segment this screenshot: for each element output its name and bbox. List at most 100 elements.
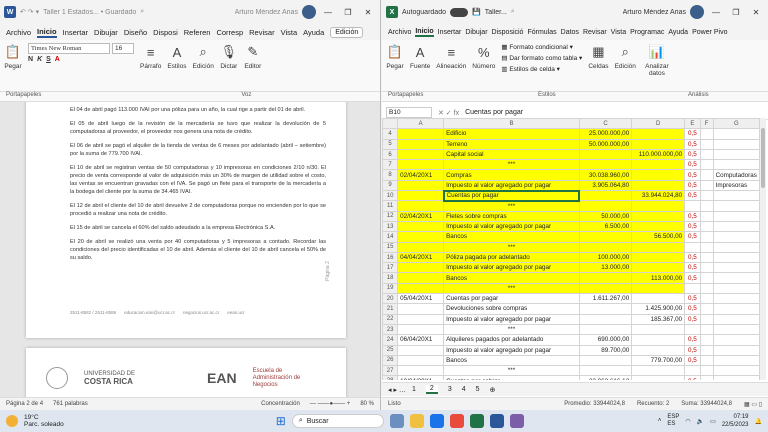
- sheet-nav-prev[interactable]: ◂ ▸ …: [388, 386, 406, 394]
- format-as-table-button[interactable]: ▤ Dar formato como tabla ▾: [501, 54, 582, 62]
- cell-e[interactable]: 0,5: [684, 179, 701, 192]
- cell-a[interactable]: [397, 365, 445, 377]
- word-document-area[interactable]: El 04 de abril pagó 113.000 IVAI por una…: [0, 102, 380, 397]
- column-header[interactable]: D: [631, 118, 686, 130]
- cell-d[interactable]: [631, 334, 686, 346]
- speaker-icon[interactable]: 🔈: [697, 418, 704, 425]
- cell-e[interactable]: [684, 365, 701, 377]
- cell-a[interactable]: [397, 323, 445, 336]
- excel-paste-button[interactable]: 📋 Pegar: [386, 43, 404, 70]
- cell-c[interactable]: 22.063.616,12: [578, 375, 633, 380]
- cell-b[interactable]: Impuesto al valor agregado por pagar: [443, 179, 580, 192]
- cell-c[interactable]: [578, 231, 633, 243]
- cell-f[interactable]: [699, 128, 714, 140]
- cell-e[interactable]: 0,5: [684, 169, 701, 181]
- cell-g[interactable]: [712, 138, 760, 150]
- cell-b[interactable]: Cuentas por pagar: [443, 293, 580, 305]
- excel-menu-review[interactable]: Revisar: [583, 29, 607, 36]
- cell-g[interactable]: [712, 190, 760, 202]
- row-header[interactable]: 14: [382, 231, 399, 243]
- cell-a[interactable]: 04/04/20X1: [397, 251, 445, 264]
- cell-d[interactable]: [631, 241, 686, 253]
- cell-c[interactable]: [578, 190, 633, 202]
- editing-mode-badge[interactable]: Edición: [330, 26, 364, 38]
- row-header[interactable]: 11: [382, 200, 399, 212]
- row-header[interactable]: 10: [382, 190, 399, 202]
- cell-g[interactable]: [712, 282, 760, 295]
- cell-c[interactable]: 50.000.000,00: [578, 138, 633, 150]
- word-editing-button[interactable]: ⌕ Edición: [192, 43, 213, 70]
- autosave-toggle[interactable]: [449, 7, 468, 17]
- excel-menu-formulas[interactable]: Fórmulas: [527, 29, 556, 36]
- row-header[interactable]: 12: [382, 210, 399, 222]
- excel-menu-help[interactable]: Ayuda: [668, 29, 688, 36]
- cell-f[interactable]: [699, 200, 714, 212]
- cell-b[interactable]: Terreno: [443, 138, 580, 150]
- row-header[interactable]: 5: [382, 138, 399, 150]
- cell-a[interactable]: [397, 344, 445, 356]
- sheet-tab[interactable]: 3: [448, 386, 452, 393]
- cell-g[interactable]: [712, 159, 760, 171]
- cell-f[interactable]: [699, 262, 714, 274]
- task-view-icon[interactable]: [389, 414, 404, 428]
- weather-sun-icon[interactable]: [6, 415, 18, 427]
- cell-g[interactable]: [712, 334, 760, 346]
- cell-f[interactable]: [699, 220, 714, 233]
- cell-e[interactable]: 0,5: [684, 190, 701, 202]
- cell-f[interactable]: [699, 179, 714, 192]
- cell-f[interactable]: [699, 241, 714, 253]
- cell-a[interactable]: [397, 241, 445, 253]
- cell-c[interactable]: [578, 272, 633, 284]
- cell-b[interactable]: Alquileres pagados por adelantado: [443, 334, 580, 346]
- cell-f[interactable]: [699, 148, 714, 161]
- sheet-tab[interactable]: 1: [412, 386, 416, 393]
- column-header[interactable]: G: [712, 118, 760, 130]
- excel-menu-view[interactable]: Vista: [611, 29, 626, 36]
- cell-e[interactable]: [684, 282, 701, 295]
- cell-g[interactable]: [712, 272, 760, 284]
- cell-g[interactable]: [712, 354, 760, 367]
- page-count[interactable]: Página 2 de 4: [6, 401, 43, 407]
- word-taskbar-icon[interactable]: [489, 414, 504, 428]
- cell-b[interactable]: Póliza pagada por adelantado: [443, 251, 580, 264]
- word-doc-title[interactable]: Taller 1 Estados... • Guardado: [43, 9, 136, 16]
- row-header[interactable]: 17: [382, 262, 399, 274]
- cell-d[interactable]: 185.367,00: [631, 313, 686, 325]
- word-paragraph-button[interactable]: ≡ Párrafo: [140, 43, 161, 71]
- cell-a[interactable]: [397, 354, 445, 367]
- cell-a[interactable]: [397, 179, 445, 192]
- row-header[interactable]: 19: [382, 282, 399, 295]
- word-menu-help[interactable]: Ayuda: [303, 28, 324, 37]
- cell-d[interactable]: [631, 210, 686, 222]
- cell-a[interactable]: [397, 148, 445, 161]
- cell-c[interactable]: [578, 200, 633, 212]
- status-average[interactable]: Promedio: 33944024,8: [564, 401, 625, 407]
- row-header[interactable]: 4: [382, 128, 399, 140]
- cell-d[interactable]: 113.000,00: [631, 272, 686, 284]
- cell-e[interactable]: 0,5: [684, 262, 701, 274]
- cell-a[interactable]: [397, 220, 445, 233]
- file-explorer-icon[interactable]: [409, 414, 424, 428]
- cell-d[interactable]: 56.500,00: [631, 231, 686, 243]
- cell-d[interactable]: [631, 282, 686, 295]
- row-header[interactable]: 9: [382, 179, 399, 192]
- row-header[interactable]: 6: [382, 148, 399, 161]
- cell-g[interactable]: [712, 375, 760, 380]
- row-header[interactable]: 18: [382, 272, 399, 284]
- word-menu-home[interactable]: Inicio: [37, 27, 57, 38]
- cell-a[interactable]: [397, 272, 445, 284]
- chrome-browser-icon[interactable]: [449, 414, 464, 428]
- cell-f[interactable]: [699, 313, 714, 325]
- cell-d[interactable]: [631, 344, 686, 356]
- avatar[interactable]: [302, 5, 316, 19]
- column-header[interactable]: A: [397, 118, 445, 130]
- cell-c[interactable]: [578, 159, 633, 171]
- cell-b[interactable]: ***: [443, 365, 580, 377]
- cell-e[interactable]: 0,5: [684, 128, 701, 140]
- cell-f[interactable]: [699, 190, 714, 202]
- cell-d[interactable]: [631, 200, 686, 212]
- word-user-name[interactable]: Arturo Méndez Arias: [235, 9, 298, 16]
- notifications-icon[interactable]: 🔔: [755, 418, 762, 425]
- excel-cells-button[interactable]: ▦ Celdas: [588, 43, 608, 70]
- cell-d[interactable]: [631, 262, 686, 274]
